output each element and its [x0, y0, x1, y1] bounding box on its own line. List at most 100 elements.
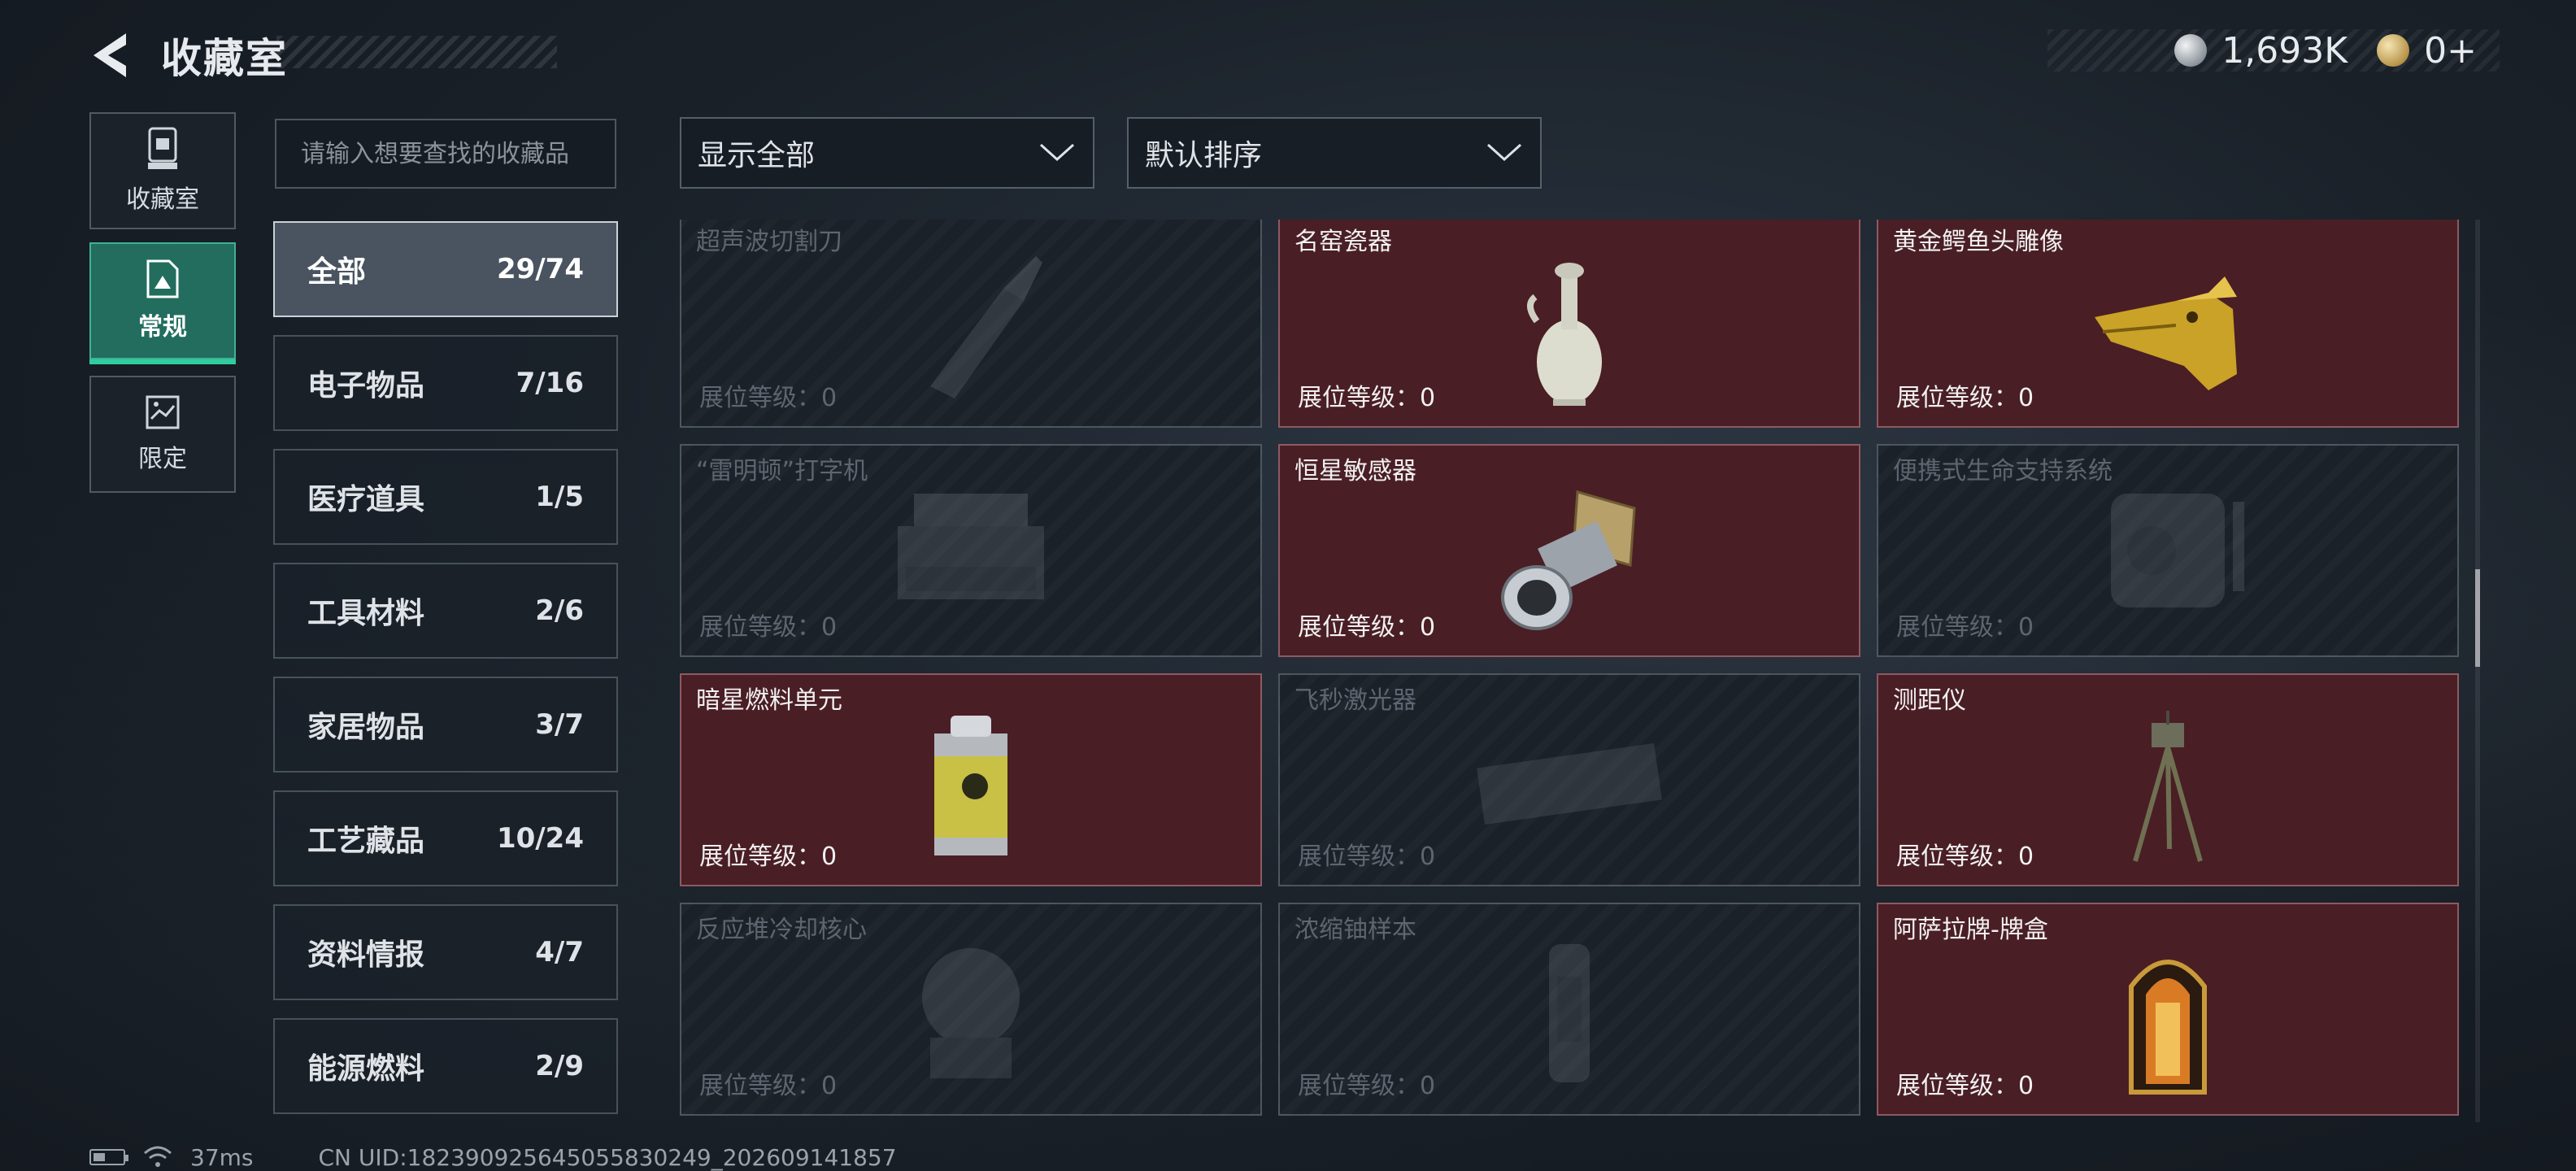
display-filter-dropdown[interactable]: 显示全部 — [680, 117, 1094, 189]
booth-level: 展位等级：0 — [1896, 384, 2034, 412]
gold-currency-value: 0+ — [2424, 29, 2477, 72]
collectible-name: 名窑瓷器 — [1295, 228, 1392, 256]
grid-scrollbar-thumb[interactable] — [2475, 569, 2480, 667]
category-count: 29/74 — [496, 253, 584, 285]
star-sensor-icon — [1501, 490, 1636, 630]
collectible-card[interactable]: 便携式生命支持系统 展位等级：0 — [1877, 444, 2459, 657]
booth-level: 展位等级：0 — [699, 842, 838, 871]
collectible-name: 超声波切割刀 — [696, 228, 842, 256]
search-input[interactable] — [275, 119, 616, 189]
grid-scrollbar[interactable] — [2475, 220, 2480, 1122]
category-name: 家居物品 — [307, 711, 425, 744]
booth-level: 展位等级：0 — [1896, 842, 2034, 871]
category-count: 4/7 — [535, 936, 584, 969]
category-name: 工具材料 — [307, 597, 425, 630]
category-name: 工艺藏品 — [307, 825, 425, 858]
category-count: 1/5 — [535, 481, 584, 513]
back-arrow-icon — [94, 33, 126, 77]
sort-dropdown[interactable]: 默认排序 — [1127, 117, 1542, 189]
sort-value: 默认排序 — [1145, 139, 1263, 172]
booth-level: 展位等级：0 — [1896, 613, 2034, 642]
display-filter-value: 显示全部 — [698, 139, 816, 172]
booth-level: 展位等级：0 — [1298, 384, 1436, 412]
collectible-card[interactable]: 超声波切割刀 展位等级：0 — [680, 220, 1262, 428]
collectible-card[interactable]: 反应堆冷却核心 展位等级：0 — [680, 903, 1262, 1116]
category-count: 3/7 — [535, 708, 584, 741]
gold-coin-icon — [2377, 34, 2410, 67]
collectible-card[interactable]: 恒星敏感器 展位等级：0 — [1278, 444, 1860, 657]
collectible-card[interactable]: 测距仪 展位等级：0 — [1877, 673, 2459, 886]
category-count: 2/6 — [535, 594, 584, 627]
category-household[interactable]: 家居物品 3/7 — [273, 677, 618, 773]
rail-item-limited[interactable]: 限定 — [89, 376, 236, 493]
collection-grid: 超声波切割刀 展位等级：0 名窑瓷器 展位等级：0 黄金鳄鱼头雕像 展位等级：0 — [680, 220, 2461, 1122]
booth-level: 展位等级：0 — [1896, 1072, 2034, 1100]
page-title: 收藏室 — [161, 35, 288, 82]
fuel-canister-icon — [934, 716, 1007, 855]
collectible-name: 反应堆冷却核心 — [696, 916, 867, 944]
rail-item-regular[interactable]: 常规 — [89, 242, 236, 364]
reactor-core-icon — [922, 948, 1020, 1078]
collectible-card[interactable]: “雷明顿”打字机 展位等级：0 — [680, 444, 1262, 657]
collectible-card[interactable]: 飞秒激光器 展位等级：0 — [1278, 673, 1860, 886]
rangefinder-tripod-icon — [2133, 711, 2203, 862]
rail-label: 收藏室 — [126, 185, 199, 214]
uid-text: CN UID:18239092564505583​0249_2026091418… — [318, 1143, 897, 1171]
rail-label: 常规 — [138, 313, 187, 342]
limited-frame-icon — [146, 395, 180, 429]
booth-level: 展位等级：0 — [1298, 842, 1436, 871]
uranium-sample-icon — [1549, 944, 1590, 1082]
collectible-name: “雷明顿”打字机 — [696, 457, 868, 485]
title-decoration — [276, 36, 557, 68]
life-support-icon — [2111, 494, 2244, 607]
chevron-down-icon — [1486, 143, 1522, 162]
category-intel[interactable]: 资料情报 4/7 — [273, 904, 618, 1000]
category-medical[interactable]: 医疗道具 1/5 — [273, 449, 618, 545]
booth-level: 展位等级：0 — [1298, 613, 1436, 642]
typewriter-icon — [898, 494, 1044, 599]
collectible-card[interactable]: 浓缩铀样本 展位等级：0 — [1278, 903, 1860, 1116]
ping-value: 37ms — [190, 1143, 254, 1171]
category-name: 全部 — [307, 255, 367, 289]
collectible-name: 暗星燃料单元 — [696, 686, 842, 715]
category-name: 能源燃料 — [307, 1052, 425, 1086]
collectible-name: 测距仪 — [1893, 686, 1966, 715]
booth-level: 展位等级：0 — [699, 384, 838, 412]
laser-icon — [1477, 743, 1662, 825]
chevron-down-icon — [1039, 143, 1075, 162]
category-count: 10/24 — [496, 822, 584, 855]
booth-level: 展位等级：0 — [1298, 1072, 1436, 1100]
rail-item-collection-room[interactable]: 收藏室 — [89, 112, 236, 229]
currency-bar: 1,693K 0+ — [2047, 29, 2500, 72]
category-tools[interactable]: 工具材料 2/6 — [273, 563, 618, 659]
porcelain-vase-icon — [1527, 263, 1602, 406]
booth-level: 展位等级：0 — [699, 613, 838, 642]
rail-label: 限定 — [138, 445, 187, 473]
category-crafts[interactable]: 工艺藏品 10/24 — [273, 790, 618, 886]
collectible-name: 黄金鳄鱼头雕像 — [1893, 228, 2064, 256]
gold-crocodile-head-icon — [2095, 276, 2237, 390]
collectible-card[interactable]: 名窑瓷器 展位等级：0 — [1278, 220, 1860, 428]
wifi-icon — [144, 1146, 172, 1167]
category-all[interactable]: 全部 29/74 — [273, 221, 618, 317]
collectible-name: 恒星敏感器 — [1295, 457, 1416, 485]
category-electronics[interactable]: 电子物品 7/16 — [273, 335, 618, 431]
collectible-card[interactable]: 阿萨拉牌-牌盒 展位等级：0 — [1877, 903, 2459, 1116]
picture-frame-icon — [146, 259, 179, 298]
collectible-card[interactable]: 暗星燃料单元 展位等级：0 — [680, 673, 1262, 886]
silver-currency-value: 1,693K — [2221, 29, 2348, 72]
category-name: 电子物品 — [307, 369, 425, 403]
collectible-card[interactable]: 黄金鳄鱼头雕像 展位等级：0 — [1877, 220, 2459, 428]
silver-coin-icon — [2174, 34, 2208, 67]
booth-level: 展位等级：0 — [699, 1072, 838, 1100]
category-count: 7/16 — [516, 367, 584, 399]
category-name: 资料情报 — [307, 938, 425, 972]
back-button[interactable] — [81, 27, 138, 84]
category-energy[interactable]: 能源燃料 2/9 — [273, 1018, 618, 1114]
ultrasonic-cutter-icon — [930, 256, 1042, 398]
display-case-icon — [148, 127, 177, 169]
status-footer: 37ms CN UID:18239092564505583​0249_20260… — [89, 1143, 897, 1171]
collectible-name: 浓缩铀样本 — [1295, 916, 1416, 944]
collectible-name: 阿萨拉牌-牌盒 — [1893, 916, 2048, 944]
battery-icon — [89, 1149, 128, 1165]
